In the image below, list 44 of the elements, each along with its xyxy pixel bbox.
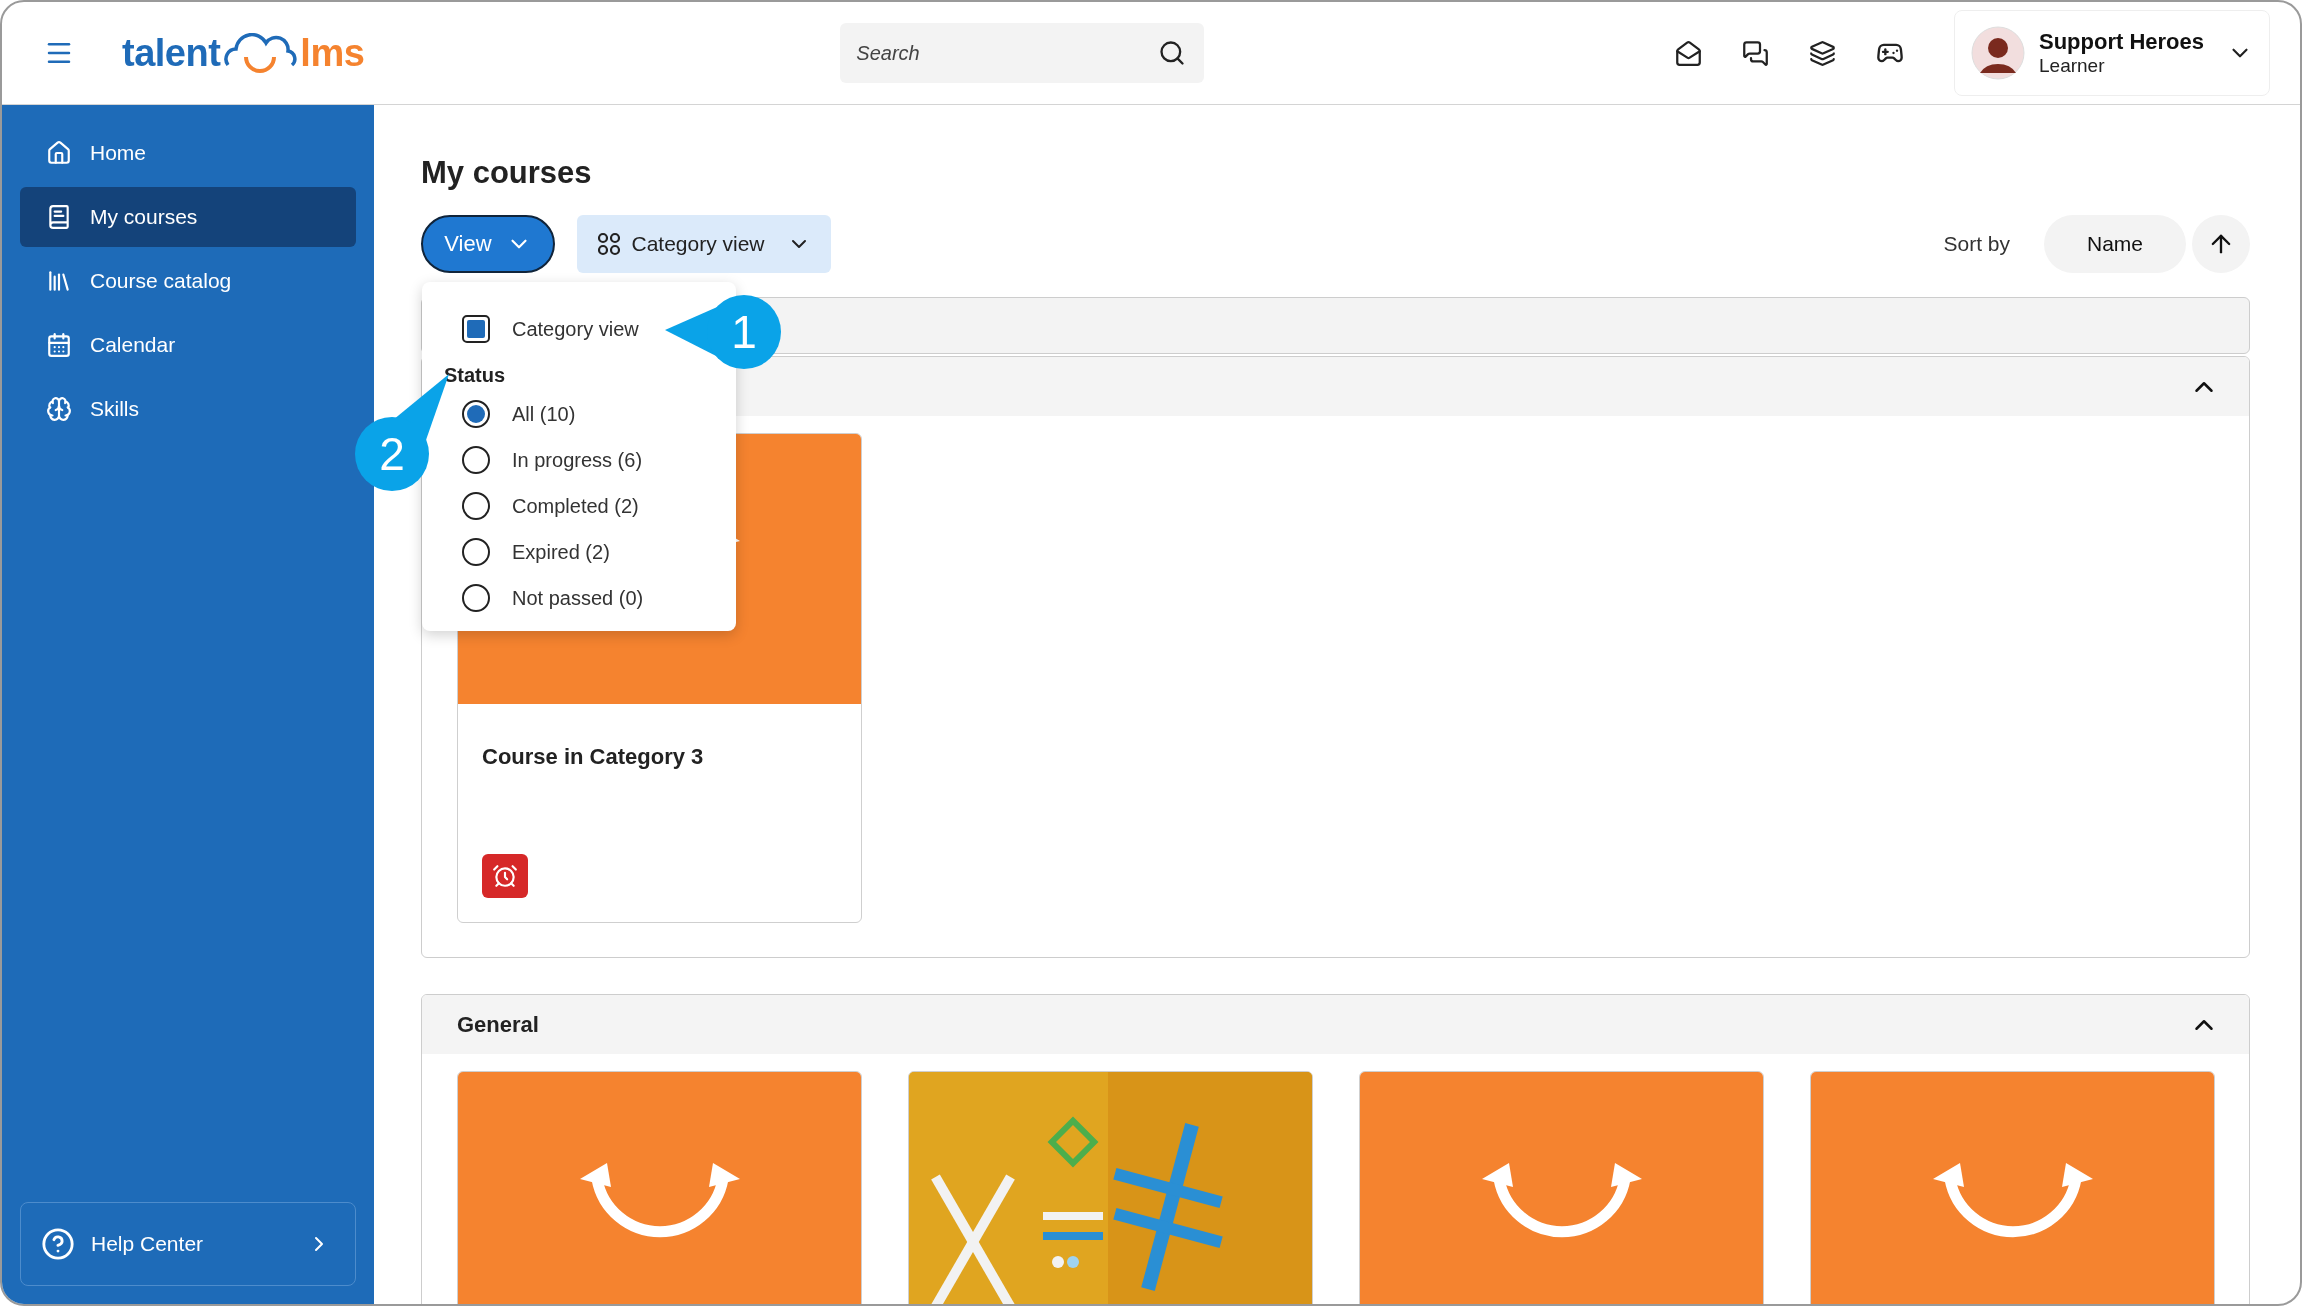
search-icon[interactable]	[1158, 39, 1187, 67]
sort-field-button[interactable]: Name	[2044, 215, 2186, 273]
sidebar-item-icon	[46, 396, 72, 422]
sidebar-item[interactable]: Skills	[20, 379, 356, 439]
sidebar-item[interactable]: Course catalog	[20, 251, 356, 311]
sidebar-item[interactable]: Home	[20, 123, 356, 183]
avatar	[1971, 26, 2025, 80]
grid-icon	[597, 232, 622, 256]
cloud-icon	[222, 33, 299, 73]
course-title: Course in Category 3	[482, 744, 705, 770]
user-menu[interactable]: Support Heroes Learner	[1954, 10, 2270, 96]
search-field[interactable]: Search	[840, 23, 1205, 83]
status-option[interactable]: Not passed (0)	[462, 575, 644, 621]
user-name: Support Heroes	[2039, 29, 2205, 55]
sidebar-item[interactable]: Calendar	[20, 315, 356, 375]
radio-button[interactable]	[462, 492, 490, 520]
sidebar-item-icon	[46, 332, 72, 358]
status-option[interactable]: Completed (2)	[462, 483, 639, 529]
checkbox[interactable]	[462, 315, 490, 343]
status-option[interactable]: Expired (2)	[462, 529, 610, 575]
view-button[interactable]: View	[421, 215, 555, 273]
sidebar-item[interactable]: My courses	[20, 187, 356, 247]
status-option[interactable]: In progress (6)	[462, 437, 643, 483]
sidebar-item-icon	[46, 268, 72, 294]
sort-label: Sort by	[1943, 232, 2010, 256]
messages-icon[interactable]	[1742, 39, 1769, 67]
radio-button[interactable]	[462, 400, 490, 428]
help-center-button[interactable]: Help Center	[20, 1202, 356, 1286]
category-view-button[interactable]: Category view	[577, 215, 831, 273]
radio-button[interactable]	[462, 538, 490, 566]
page-title: My courses	[421, 155, 593, 191]
sidebar-item-icon	[46, 140, 72, 166]
help-icon	[41, 1227, 75, 1261]
alarm-icon	[492, 863, 518, 889]
user-role: Learner	[2039, 55, 2105, 77]
radio-button[interactable]	[462, 584, 490, 612]
category-view-option[interactable]: Category view	[462, 306, 639, 352]
status-heading: Status	[443, 363, 507, 388]
logo[interactable]: talent lms	[122, 31, 365, 75]
layers-icon[interactable]	[1809, 39, 1836, 67]
sidebar-item-icon	[46, 204, 72, 230]
inbox-icon[interactable]	[1675, 39, 1702, 67]
radio-button[interactable]	[462, 446, 490, 474]
category-title: General	[457, 1011, 539, 1038]
